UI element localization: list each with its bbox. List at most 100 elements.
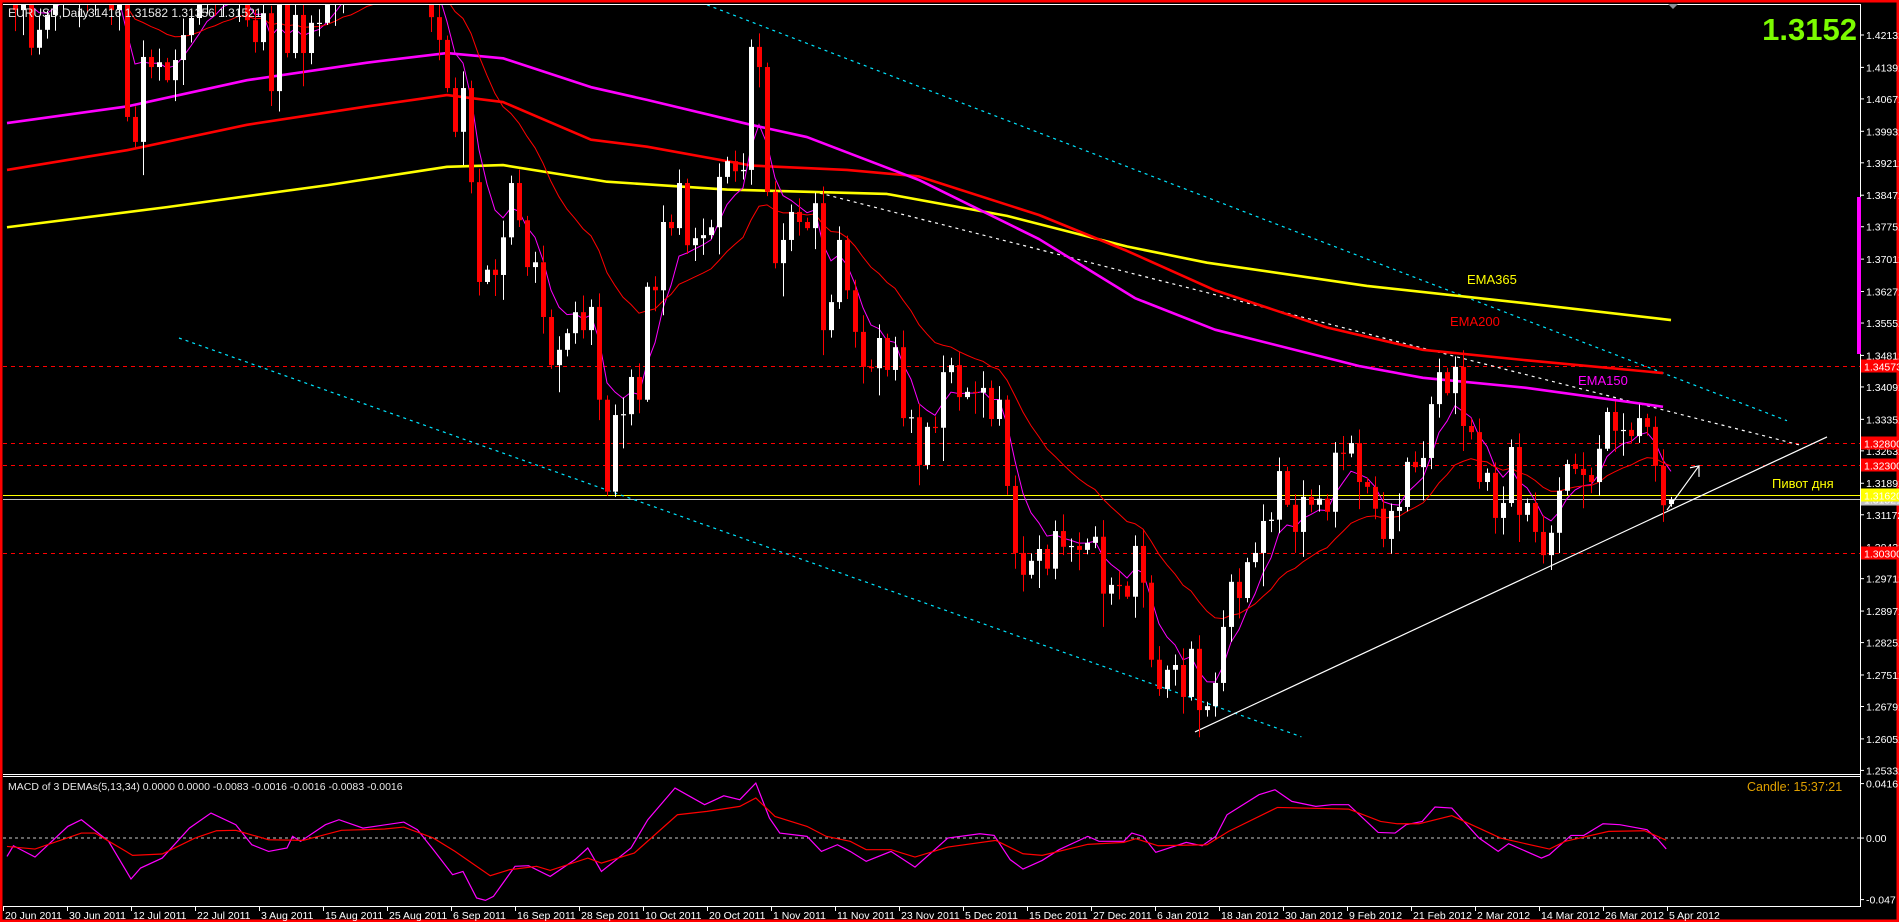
macd-title: MACD of 3 DEMAs(5,13,34) 0.0000 0.0000 -… (8, 781, 403, 793)
candle-body (285, 5, 290, 54)
price-tick-label: 1.37012 (1866, 254, 1899, 266)
candle-body (1557, 490, 1562, 533)
date-label: 15 Dec 2011 (1029, 910, 1088, 922)
price-tick-label: 1.31172 (1866, 510, 1899, 522)
candle-body (629, 376, 634, 415)
candle-body (1325, 498, 1330, 512)
candle-body (1261, 520, 1266, 553)
candle-body (549, 316, 554, 366)
candle-body (997, 399, 1002, 419)
level-label: 1.34573 (1864, 362, 1899, 374)
bear-candle (549, 309, 554, 369)
candle-body (565, 333, 570, 350)
candle-body (325, 5, 330, 23)
date-label: 26 Mar 2012 (1605, 910, 1664, 922)
candle-body (461, 88, 466, 132)
current-price-big: 1.3152 (1762, 12, 1857, 47)
candle-body (469, 88, 474, 183)
candle-body (653, 286, 658, 291)
candle-body (597, 306, 602, 400)
candle-body (1221, 626, 1226, 683)
candle-body (1653, 426, 1658, 466)
candle-body (621, 414, 626, 416)
candle-body (293, 14, 298, 54)
candle-body (1605, 411, 1610, 449)
date-label: 11 Nov 2011 (837, 910, 895, 922)
ohlc-readout: 1.31416 1.31582 1.31356 1.31521 (78, 6, 262, 20)
date-label: 6 Jan 2012 (1157, 910, 1209, 922)
candle-body (941, 372, 946, 428)
candle-body (1661, 465, 1666, 506)
price-tick-label: 1.34092 (1866, 382, 1899, 394)
bull-candle (925, 422, 930, 470)
candle-body (509, 183, 514, 238)
candle-body (1149, 582, 1154, 660)
price-tick-label: 1.39212 (1866, 158, 1899, 170)
price-tick-label: 1.38472 (1866, 190, 1899, 202)
level-label: 1.32300 (1864, 461, 1899, 473)
candle-body (1053, 531, 1058, 569)
candle-body (821, 203, 826, 331)
candle-body (1341, 452, 1346, 454)
candle-body (517, 183, 522, 221)
candle-body (1669, 499, 1674, 505)
bull-candle (509, 175, 514, 245)
candle-body (861, 331, 866, 367)
candle-body (773, 191, 778, 264)
candle-body (733, 161, 738, 172)
candle-body (477, 182, 482, 282)
candle-body (1197, 648, 1202, 711)
candle-body (1245, 562, 1250, 599)
candle-body (165, 62, 170, 81)
bull-candle (1189, 641, 1194, 701)
candle-body (541, 262, 546, 317)
date-label: 23 Nov 2011 (901, 910, 960, 922)
chart-canvas[interactable]: 1.42132 1.41392 1.40672 1.39932 1.39212 1.384… (0, 0, 1899, 922)
candle-body (1645, 418, 1650, 427)
candle-timer: Candle: 15:37:21 (1747, 780, 1842, 794)
bull-candle (1405, 457, 1410, 512)
bear-candle (469, 80, 474, 194)
candle-body (1357, 443, 1362, 483)
candle-body (277, 5, 282, 92)
candle-body (573, 312, 578, 334)
candle-body (893, 347, 898, 370)
date-label: 6 Sep 2011 (453, 910, 506, 922)
candle-body (701, 235, 706, 239)
candle-body (1205, 706, 1210, 711)
bear-candle (445, 35, 450, 93)
candle-body (1333, 452, 1338, 512)
candle-body (717, 176, 722, 228)
candle-body (845, 239, 850, 291)
candle-body (669, 221, 674, 229)
ema200-label: EMA200 (1450, 314, 1500, 329)
candle-body (1117, 584, 1122, 587)
price-tick-label: 1.42132 (1866, 30, 1899, 42)
price-tick-label: 1.29712 (1866, 574, 1899, 586)
bear-candle (1149, 575, 1154, 668)
candle-body (1581, 468, 1586, 476)
candle-body (909, 417, 914, 419)
ema365-label: EMA365 (1467, 272, 1517, 287)
candle-body (133, 116, 138, 142)
macd-tick-label: 0.00 (1866, 833, 1887, 845)
candle-body (1637, 418, 1642, 437)
candle-body (1469, 425, 1474, 433)
candle-body (765, 67, 770, 192)
candle-body (1045, 548, 1050, 569)
candle-body (829, 302, 834, 331)
bear-candle (605, 395, 610, 497)
candle-body (1093, 536, 1098, 543)
candle-body (1133, 545, 1138, 597)
candle-body (1317, 498, 1322, 505)
candle-body (1301, 496, 1306, 532)
bear-candle (845, 235, 850, 300)
bull-candle (613, 404, 618, 497)
candle-body (1365, 482, 1370, 487)
price-tick-label: 1.35552 (1866, 318, 1899, 330)
candle-body (749, 46, 754, 170)
price-tick-label: 1.39932 (1866, 126, 1899, 138)
bear-candle (1285, 466, 1290, 507)
date-label: 20 Oct 2011 (709, 910, 766, 922)
candle-body (1109, 584, 1114, 594)
